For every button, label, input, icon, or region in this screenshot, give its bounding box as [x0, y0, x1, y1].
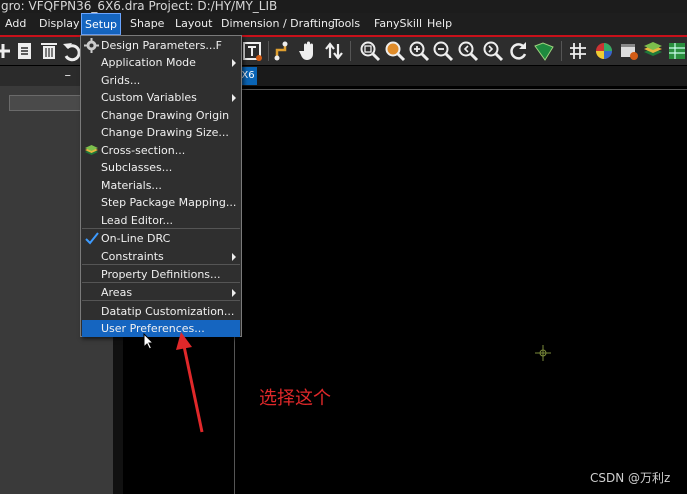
menu-item-label: On-Line DRC [101, 232, 171, 245]
mouse-pointer-icon [143, 332, 155, 350]
setup-menu-dropdown: Design Parameters... F Application Mode … [80, 35, 242, 337]
swap-icon[interactable] [323, 40, 345, 62]
menu-item-label: Constraints [101, 250, 164, 263]
route-icon[interactable] [273, 40, 295, 62]
menu-item-label: Materials... [101, 179, 162, 192]
menu-item-online-drc[interactable]: On-Line DRC [82, 230, 240, 247]
menu-item-shortcut: F [215, 39, 222, 52]
delete-icon[interactable] [38, 40, 60, 62]
zoom-out-icon[interactable] [432, 40, 454, 62]
menu-layout[interactable]: Layout [172, 13, 215, 35]
menu-item-subclasses[interactable]: Subclasses... [82, 159, 240, 176]
grid-icon[interactable] [567, 40, 589, 62]
menu-item-application-mode[interactable]: Application Mode [82, 54, 240, 71]
zoom-previous-icon[interactable] [457, 40, 479, 62]
menu-add[interactable]: Add [2, 13, 29, 35]
submenu-arrow-icon [232, 94, 236, 102]
menubar: Add Display Setup Shape Layout Dimension… [0, 13, 687, 37]
menu-item-label: Subclasses... [101, 161, 173, 174]
submenu-arrow-icon [232, 253, 236, 261]
menu-item-label: Cross-section... [101, 144, 186, 157]
crosshair-icon [535, 345, 551, 361]
menu-item-materials[interactable]: Materials... [82, 177, 240, 194]
menu-item-areas[interactable]: Areas [82, 284, 240, 301]
menu-item-label: Application Mode [101, 56, 196, 69]
menu-item-user-preferences[interactable]: User Preferences... [82, 320, 240, 337]
menu-help[interactable]: Help [424, 13, 455, 35]
menu-item-constraints[interactable]: Constraints [82, 248, 240, 265]
minimize-icon[interactable]: – [65, 66, 72, 86]
zoom-in-icon[interactable] [408, 40, 430, 62]
menu-shape[interactable]: Shape [127, 13, 167, 35]
watermark: CSDN @万利z [590, 471, 671, 485]
menu-setup[interactable]: Setup [81, 13, 122, 35]
menu-item-datatip-customization[interactable]: Datatip Customization... [82, 303, 240, 320]
menu-fanyskill[interactable]: FanySkill [371, 13, 425, 35]
submenu-arrow-icon [232, 289, 236, 297]
menu-item-change-drawing-origin[interactable]: Change Drawing Origin [82, 107, 240, 124]
window-title: gro: VFQFPN36_6X6.dra Project: D:/HY/MY_… [0, 0, 687, 13]
zoom-next-icon[interactable] [482, 40, 504, 62]
map-icon[interactable] [533, 40, 555, 62]
menu-item-label: Step Package Mapping... [101, 196, 237, 209]
submenu-arrow-icon [232, 59, 236, 67]
menu-item-label: Design Parameters... [101, 39, 216, 52]
menu-item-lead-editor[interactable]: Lead Editor... [82, 212, 240, 229]
menu-item-label: Lead Editor... [101, 214, 173, 227]
menu-item-cross-section[interactable]: Cross-section... [82, 142, 240, 159]
menu-item-property-definitions[interactable]: Property Definitions... [82, 266, 240, 283]
menu-display[interactable]: Display [36, 13, 83, 35]
refresh-icon[interactable] [507, 40, 529, 62]
cross-section-icon [84, 143, 99, 158]
menu-separator [82, 282, 240, 283]
menu-dimension-drafting[interactable]: Dimension / Drafting [218, 13, 338, 35]
menu-separator [82, 300, 240, 301]
hand-icon[interactable] [298, 40, 320, 62]
checkmark-icon [84, 231, 99, 246]
menu-item-label: Areas [101, 286, 133, 299]
menu-item-custom-variables[interactable]: Custom Variables [82, 89, 240, 106]
menu-item-label: Property Definitions... [101, 268, 221, 281]
zoom-window-icon[interactable] [384, 40, 406, 62]
menu-item-label: Change Drawing Size... [101, 126, 229, 139]
layers-icon[interactable] [642, 40, 664, 62]
menu-separator [82, 264, 240, 265]
menu-item-label: Change Drawing Origin [101, 109, 230, 122]
document-icon[interactable] [14, 40, 36, 62]
add-icon[interactable] [0, 40, 14, 62]
table-icon[interactable] [666, 40, 687, 62]
toolbar-separator [561, 41, 562, 61]
menu-separator [82, 228, 240, 229]
settings-icon [84, 38, 99, 53]
annotation-arrow [170, 330, 210, 440]
annotation-text: 选择这个 [259, 388, 331, 409]
menu-item-label: Grids... [101, 74, 141, 87]
menu-tools[interactable]: Tools [330, 13, 363, 35]
menu-item-change-drawing-size[interactable]: Change Drawing Size... [82, 124, 240, 141]
menu-item-label: Custom Variables [101, 91, 197, 104]
menu-item-step-package-mapping[interactable]: Step Package Mapping... [82, 194, 240, 211]
toolbar-separator [268, 41, 269, 61]
text-icon[interactable] [241, 40, 263, 62]
color-icon[interactable] [593, 40, 615, 62]
menu-item-label: Datatip Customization... [101, 305, 235, 318]
window-icon[interactable] [618, 40, 640, 62]
menu-item-design-parameters[interactable]: Design Parameters... F [82, 37, 240, 54]
zoom-fit-icon[interactable] [359, 40, 381, 62]
toolbar-separator [350, 41, 351, 61]
menu-item-grids[interactable]: Grids... [82, 72, 240, 89]
